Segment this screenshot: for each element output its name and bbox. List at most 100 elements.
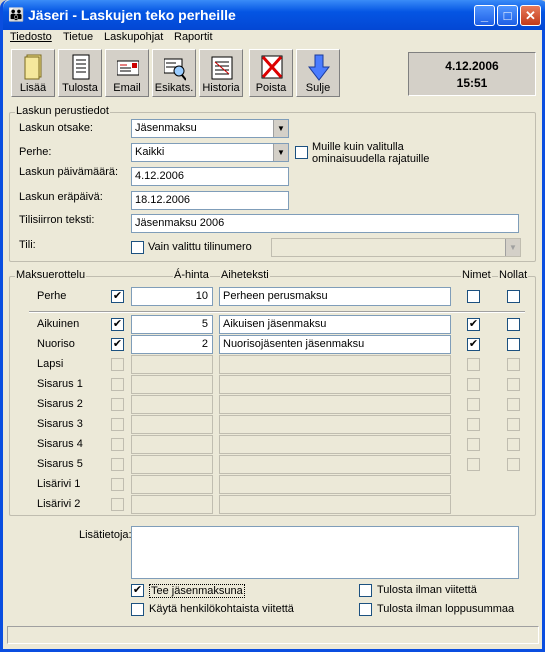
row-price[interactable] — [131, 475, 213, 494]
history-button[interactable]: Historia — [199, 49, 243, 97]
row-checkbox[interactable]: ✔ — [111, 338, 124, 351]
col-subject-header: Aiheteksti — [220, 269, 270, 281]
print-label: Tulosta — [62, 82, 98, 94]
row-checkbox[interactable] — [111, 458, 124, 471]
row-names-checkbox[interactable]: ✔ — [467, 338, 480, 351]
tili-label: Tili: — [19, 239, 36, 251]
row-checkbox[interactable] — [111, 478, 124, 491]
row-price[interactable] — [131, 415, 213, 434]
teksti-field[interactable]: Jäsenmaksu 2006 — [131, 214, 519, 233]
row-checkbox[interactable] — [111, 378, 124, 391]
document-icon — [72, 54, 90, 80]
row-price[interactable] — [131, 395, 213, 414]
option-label-3: Tulosta ilman loppusummaa — [377, 603, 515, 615]
email-button[interactable]: Email — [105, 49, 149, 97]
delete-label: Poista — [255, 82, 287, 94]
minimize-button[interactable]: _ — [474, 5, 495, 26]
tili-combo[interactable]: ▼ — [271, 238, 521, 257]
option-checkbox-3[interactable] — [359, 603, 372, 616]
clock-time: 15:51 — [456, 76, 488, 90]
row-price[interactable] — [131, 455, 213, 474]
row-zero-checkbox[interactable] — [507, 458, 520, 471]
row-names-checkbox[interactable] — [467, 378, 480, 391]
row-label: Sisarus 5 — [37, 458, 83, 470]
perhe-combo[interactable]: Kaikki ▼ — [131, 143, 289, 162]
row-subject[interactable] — [219, 375, 451, 394]
status-bar — [7, 626, 539, 644]
row-price[interactable] — [131, 355, 213, 374]
menu-laskupohjat[interactable]: Laskupohjat — [104, 31, 163, 43]
row-checkbox[interactable] — [111, 358, 124, 371]
row-zero-checkbox[interactable] — [507, 438, 520, 451]
perhe-value: Kaikki — [135, 146, 165, 158]
row-subject[interactable] — [219, 455, 451, 474]
row-price[interactable]: 10 — [131, 287, 213, 306]
row-price[interactable] — [131, 435, 213, 454]
menu-raportit[interactable]: Raportit — [174, 31, 213, 43]
row-zero-checkbox[interactable] — [507, 418, 520, 431]
row-names-checkbox[interactable] — [467, 358, 480, 371]
print-button[interactable]: Tulosta — [58, 49, 102, 97]
row-zero-checkbox[interactable] — [507, 378, 520, 391]
row-checkbox[interactable]: ✔ — [111, 290, 124, 303]
extra-textarea[interactable] — [131, 526, 519, 579]
row-label: Sisarus 1 — [37, 378, 83, 390]
row-subject[interactable]: Nuorisojäsenten jäsenmaksu — [219, 335, 451, 354]
menu-bar: Tiedosto Tietue Laskupohjat Raportit — [3, 30, 542, 47]
magnifier-icon — [164, 58, 186, 81]
row-price[interactable] — [131, 375, 213, 394]
col-names-header: Nimet — [461, 269, 492, 281]
row-price[interactable]: 2 — [131, 335, 213, 354]
row-zero-checkbox[interactable] — [507, 318, 520, 331]
close-button[interactable]: ✕ — [520, 5, 541, 26]
option-checkbox-2[interactable] — [359, 584, 372, 597]
row-names-checkbox[interactable]: ✔ — [467, 318, 480, 331]
row-subject[interactable]: Perheen perusmaksu — [219, 287, 451, 306]
row-subject[interactable] — [219, 395, 451, 414]
preview-button[interactable]: Esikats. — [152, 49, 196, 97]
otsake-label: Laskun otsake: — [19, 122, 93, 134]
row-checkbox[interactable] — [111, 438, 124, 451]
row-subject[interactable]: Aikuisen jäsenmaksu — [219, 315, 451, 334]
row-price[interactable] — [131, 495, 213, 514]
row-checkbox[interactable]: ✔ — [111, 318, 124, 331]
teksti-label: Tilisiirron teksti: — [19, 214, 95, 226]
row-subject[interactable] — [219, 435, 451, 454]
delete-x-icon — [261, 55, 283, 79]
row-subject[interactable] — [219, 495, 451, 514]
option-checkbox-1[interactable] — [131, 603, 144, 616]
row-label: Perhe — [37, 290, 67, 302]
row-checkbox[interactable] — [111, 398, 124, 411]
row-names-checkbox[interactable] — [467, 290, 480, 303]
row-names-checkbox[interactable] — [467, 398, 480, 411]
row-zero-checkbox[interactable] — [507, 338, 520, 351]
pvm-field[interactable]: 4.12.2006 — [131, 167, 289, 186]
chevron-down-icon: ▼ — [273, 120, 288, 137]
era-field[interactable]: 18.12.2006 — [131, 191, 289, 210]
option-checkbox-0[interactable]: ✔ — [131, 584, 144, 597]
filter-label: Muille kuin valitulla ominaisuudella raj… — [312, 141, 430, 165]
row-subject[interactable] — [219, 415, 451, 434]
row-subject[interactable] — [219, 475, 451, 494]
menu-tiedosto[interactable]: Tiedosto — [10, 31, 52, 43]
row-price[interactable]: 5 — [131, 315, 213, 334]
row-zero-checkbox[interactable] — [507, 398, 520, 411]
row-checkbox[interactable] — [111, 418, 124, 431]
exit-button[interactable]: Sulje — [296, 49, 340, 97]
menu-tietue[interactable]: Tietue — [63, 31, 93, 43]
add-button[interactable]: Lisää — [11, 49, 55, 97]
row-names-checkbox[interactable] — [467, 438, 480, 451]
tili-checkbox[interactable] — [131, 241, 144, 254]
delete-button[interactable]: Poista — [249, 49, 293, 97]
row-zero-checkbox[interactable] — [507, 290, 520, 303]
filter-checkbox[interactable] — [295, 146, 308, 159]
row-names-checkbox[interactable] — [467, 418, 480, 431]
payment-split-legend: Maksuerottelu — [15, 269, 87, 281]
row-subject[interactable] — [219, 355, 451, 374]
maximize-button[interactable]: □ — [497, 5, 518, 26]
otsake-combo[interactable]: Jäsenmaksu ▼ — [131, 119, 289, 138]
envelope-icon — [117, 60, 139, 76]
row-names-checkbox[interactable] — [467, 458, 480, 471]
row-zero-checkbox[interactable] — [507, 358, 520, 371]
row-checkbox[interactable] — [111, 498, 124, 511]
